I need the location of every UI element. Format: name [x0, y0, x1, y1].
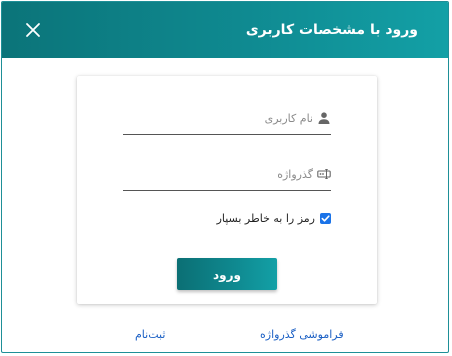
username-field — [123, 102, 331, 135]
login-dialog: ورود با مشخصات کاربری نام کاربری رمز را … — [1, 1, 449, 353]
password-input[interactable] — [125, 161, 313, 187]
user-icon — [317, 111, 331, 125]
password-field — [123, 158, 331, 191]
register-link[interactable]: ثبت‌نام — [135, 328, 165, 341]
password-icon — [317, 167, 331, 181]
username-input[interactable] — [125, 105, 313, 131]
dialog-title: ورود با مشخصات کاربری — [245, 22, 418, 38]
login-card: رمز را به خاطر بسپار ورود — [77, 76, 377, 304]
remember-label: رمز را به خاطر بسپار — [216, 211, 315, 225]
close-icon[interactable] — [22, 19, 44, 41]
login-button[interactable]: ورود — [177, 258, 277, 290]
forgot-password-link[interactable]: فراموشی گذرواژه — [260, 328, 344, 341]
remember-me[interactable]: رمز را به خاطر بسپار — [217, 210, 331, 226]
remember-checkbox[interactable] — [320, 212, 331, 224]
dialog-header: ورود با مشخصات کاربری — [2, 2, 448, 58]
